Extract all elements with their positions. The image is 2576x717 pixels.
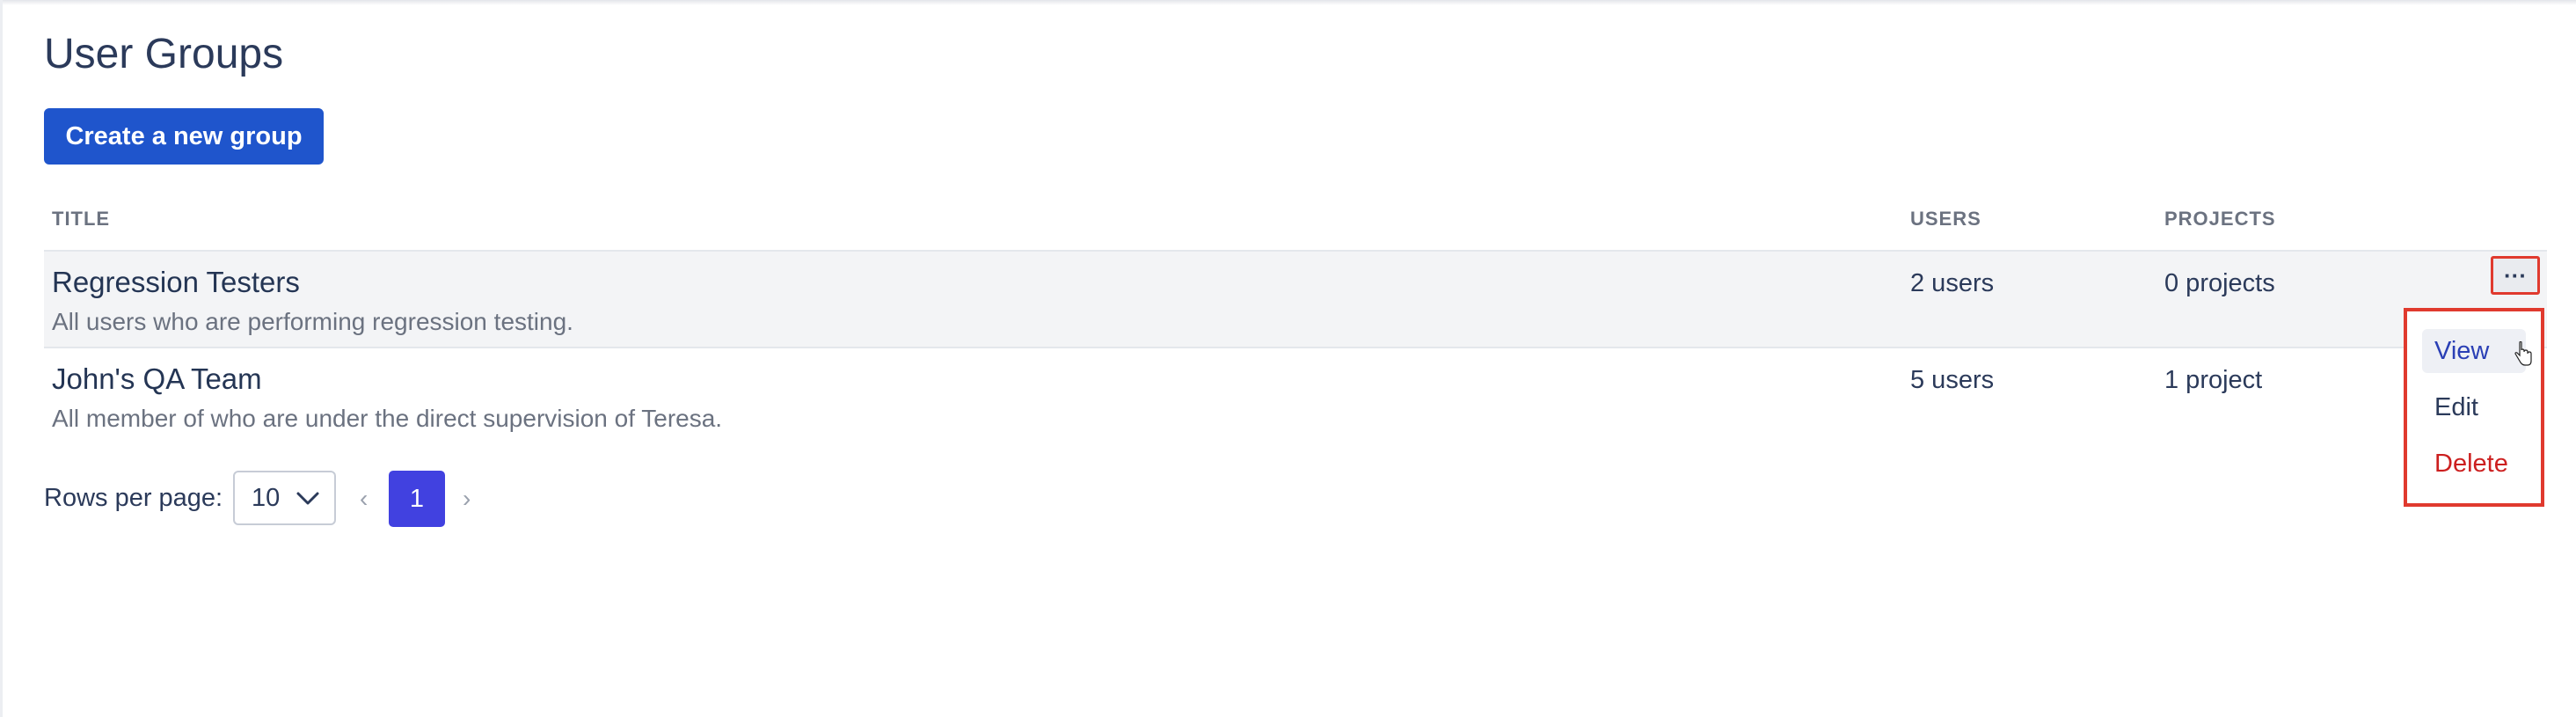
table-row[interactable]: Regression Testers All users who are per… [44,252,2547,348]
rows-per-page-select[interactable]: 10 [233,471,336,525]
table-header: TITLE USERS PROJECTS [44,199,2547,252]
group-projects-count: 0 projects [2164,269,2275,297]
left-border [0,0,3,717]
chevron-down-icon [296,492,319,505]
hand-pointer-icon [2514,341,2532,366]
row-actions-menu: View Edit Delete [2404,308,2544,507]
next-page-button[interactable]: › [463,485,471,513]
column-header-title: TITLE [52,208,111,230]
table-row[interactable]: John's QA Team All member of who are und… [44,348,2547,443]
user-groups-page: User Groups Create a new group TITLE USE… [0,0,2576,717]
groups-table: TITLE USERS PROJECTS Regression Testers … [44,199,2547,443]
group-title: John's QA Team [52,362,262,395]
create-new-group-button[interactable]: Create a new group [44,108,324,165]
previous-page-button[interactable]: ‹ [360,485,368,513]
page-title: User Groups [44,31,284,77]
row-actions-button[interactable]: ··· [2491,256,2540,295]
rows-per-page-label: Rows per page: [44,484,223,512]
menu-item-view[interactable]: View [2422,329,2532,373]
page-number-button[interactable]: 1 [389,471,445,527]
column-header-users: USERS [1910,208,1981,230]
pagination: Rows per page: 10 ‹ 1 › [44,471,572,527]
group-title: Regression Testers [52,266,300,298]
column-header-projects: PROJECTS [2164,208,2276,230]
group-description: All member of who are under the direct s… [52,405,723,432]
group-users-count: 2 users [1910,269,1995,297]
group-projects-count: 1 project [2164,366,2263,394]
group-users-count: 5 users [1910,366,1995,394]
menu-item-delete[interactable]: Delete [2422,442,2526,486]
top-shadow [0,0,2576,5]
rows-per-page-value: 10 [252,484,281,512]
menu-item-view-label: View [2434,337,2490,365]
menu-item-edit[interactable]: Edit [2422,385,2526,429]
group-description: All users who are performing regression … [52,308,573,335]
